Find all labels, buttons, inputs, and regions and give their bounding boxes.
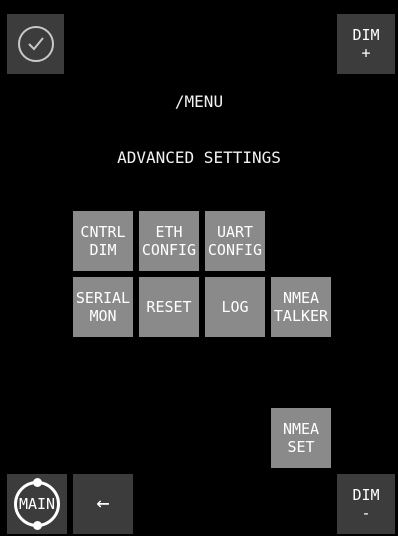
section-title: ADVANCED SETTINGS xyxy=(117,148,281,167)
ring-dot-top-icon xyxy=(32,478,42,487)
uart-config-button[interactable]: UART CONFIG xyxy=(205,211,265,271)
cntrl-dim-button[interactable]: CNTRL DIM xyxy=(73,211,133,271)
check-icon xyxy=(17,26,54,62)
main-button[interactable]: MAIN xyxy=(7,474,67,534)
nmea-set-button[interactable]: NMEA SET xyxy=(271,408,331,468)
dim-minus-button[interactable]: DIM - xyxy=(337,474,395,534)
ring-dot-bottom-icon xyxy=(32,521,42,530)
log-button[interactable]: LOG xyxy=(205,277,265,337)
nmea-talker-button[interactable]: NMEA TALKER xyxy=(271,277,331,337)
serial-mon-button[interactable]: SERIAL MON xyxy=(73,277,133,337)
arrow-left-icon: ← xyxy=(96,491,110,516)
dim-plus-button[interactable]: DIM + xyxy=(337,14,395,74)
menu-path: /MENU xyxy=(174,92,224,111)
back-button[interactable]: ← xyxy=(73,474,133,534)
reset-button[interactable]: RESET xyxy=(139,277,199,337)
confirm-button[interactable] xyxy=(7,14,64,74)
eth-config-button[interactable]: ETH CONFIG xyxy=(139,211,199,271)
main-ring-icon: MAIN xyxy=(14,478,60,530)
main-label: MAIN xyxy=(18,495,56,513)
